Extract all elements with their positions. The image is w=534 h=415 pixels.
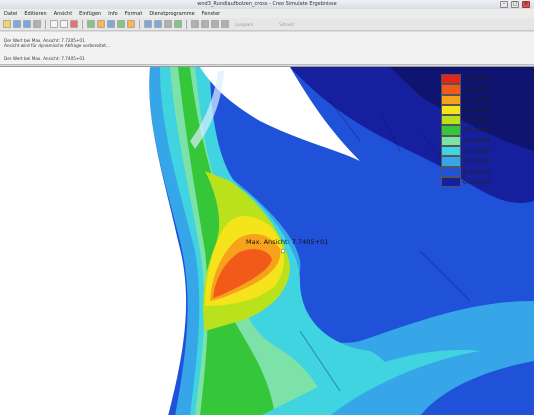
legend-row: 53.0000 bbox=[441, 115, 521, 126]
legend-icon[interactable] bbox=[127, 20, 135, 28]
move-icon[interactable] bbox=[87, 20, 95, 28]
menu-datei[interactable]: Datei bbox=[4, 11, 17, 17]
message-line-3: Der Wert bei Max. Ansicht: 7.7405+01 bbox=[4, 56, 85, 61]
legend-swatch bbox=[441, 74, 461, 85]
legend-value: 71.0000 bbox=[463, 95, 490, 104]
legend-row: 71.0000 bbox=[441, 94, 521, 105]
legend-swatch bbox=[441, 156, 461, 167]
message-area: Der Wert bei Max. Ansicht: 7.7205+01 Ans… bbox=[0, 32, 534, 65]
toolbar-separator bbox=[139, 19, 140, 29]
menu-ansicht[interactable]: Ansicht bbox=[54, 11, 72, 17]
legend-swatch bbox=[441, 104, 461, 116]
color-legend: 119.814 80.0000 71.0000 62.0000 53.0000 … bbox=[441, 74, 521, 188]
menu-format[interactable]: Format bbox=[125, 11, 143, 17]
window-title: wnd3_Rundlaufbolzen_cross - Creo Simulat… bbox=[197, 1, 337, 7]
legend-value: 0.00000 bbox=[463, 177, 490, 186]
legend-row: 62.0000 bbox=[441, 104, 521, 116]
message-line-2: Ansicht wird für dynamische Abfrage vorb… bbox=[4, 43, 110, 48]
menu-fenster[interactable]: Fenster bbox=[202, 11, 221, 17]
max-value-label: Max. Ansicht: 7.7405+01 bbox=[246, 238, 329, 246]
legend-value: 62.0000 bbox=[463, 105, 490, 114]
legend-swatch bbox=[441, 115, 461, 126]
edit-icon[interactable] bbox=[97, 20, 105, 28]
legend-swatch bbox=[441, 166, 461, 177]
anim-fast-label: Schnell bbox=[279, 21, 294, 27]
toolbar-separator bbox=[186, 19, 187, 29]
legend-swatch bbox=[441, 94, 461, 105]
toolbar: Langsam Schnell bbox=[0, 18, 534, 31]
zoom-icon[interactable] bbox=[154, 20, 162, 28]
menu-bar: Datei Editieren Ansicht Einfügen Info Fo… bbox=[0, 9, 534, 18]
legend-row: 26.0000 bbox=[441, 146, 521, 157]
axis-icon[interactable] bbox=[174, 20, 182, 28]
menu-info[interactable]: Info bbox=[108, 11, 117, 17]
show-icon[interactable] bbox=[117, 20, 125, 28]
save-icon[interactable] bbox=[23, 20, 31, 28]
maximize-button[interactable]: □ bbox=[511, 1, 519, 8]
animate-icon[interactable] bbox=[221, 20, 229, 28]
legend-swatch bbox=[441, 146, 461, 157]
legend-row: 17.0000 bbox=[441, 156, 521, 167]
legend-value: 26.0000 bbox=[463, 147, 490, 156]
open-icon[interactable] bbox=[13, 20, 21, 28]
copy-icon[interactable] bbox=[50, 20, 58, 28]
close-button[interactable]: × bbox=[522, 1, 530, 8]
window-controls: – □ × bbox=[500, 1, 530, 8]
legend-swatch bbox=[441, 176, 461, 188]
menu-editieren[interactable]: Editieren bbox=[24, 11, 46, 17]
legend-value: 80.0000 bbox=[463, 85, 490, 94]
legend-value: 8.00000 bbox=[463, 167, 490, 176]
legend-value: 35.0000 bbox=[463, 136, 490, 145]
toolbar-separator bbox=[82, 19, 83, 29]
title-bar: wnd3_Rundlaufbolzen_cross - Creo Simulat… bbox=[0, 0, 534, 9]
menu-einfuegen[interactable]: Einfügen bbox=[79, 11, 101, 17]
legend-swatch bbox=[441, 135, 461, 147]
step-forward-icon[interactable] bbox=[211, 20, 219, 28]
print-icon[interactable] bbox=[33, 20, 41, 28]
legend-row: 119.814 bbox=[441, 74, 521, 85]
legend-row: 44.0000 bbox=[441, 125, 521, 136]
menu-dienstprogramme[interactable]: Dienstprogramme bbox=[149, 11, 194, 17]
play-icon[interactable] bbox=[191, 20, 199, 28]
legend-value: 17.0000 bbox=[463, 157, 490, 166]
legend-swatch bbox=[441, 125, 461, 136]
legend-value: 44.0000 bbox=[463, 126, 490, 135]
toolbar-separator bbox=[45, 19, 46, 29]
step-back-icon[interactable] bbox=[201, 20, 209, 28]
query-icon[interactable] bbox=[164, 20, 172, 28]
minimize-button[interactable]: – bbox=[500, 1, 508, 8]
legend-row: 80.0000 bbox=[441, 84, 521, 95]
spin-icon[interactable] bbox=[144, 20, 152, 28]
delete-icon[interactable] bbox=[70, 20, 78, 28]
paste-icon[interactable] bbox=[60, 20, 68, 28]
legend-row: 35.0000 bbox=[441, 135, 521, 147]
legend-value: 119.814 bbox=[463, 75, 490, 83]
legend-row: 0.00000 bbox=[441, 176, 521, 188]
new-file-icon[interactable] bbox=[3, 20, 11, 28]
legend-swatch bbox=[441, 84, 461, 95]
legend-row: 8.00000 bbox=[441, 166, 521, 177]
anim-slow-label: Langsam bbox=[235, 21, 254, 27]
legend-value: 53.0000 bbox=[463, 116, 490, 125]
format-icon[interactable] bbox=[107, 20, 115, 28]
max-marker bbox=[280, 248, 286, 254]
